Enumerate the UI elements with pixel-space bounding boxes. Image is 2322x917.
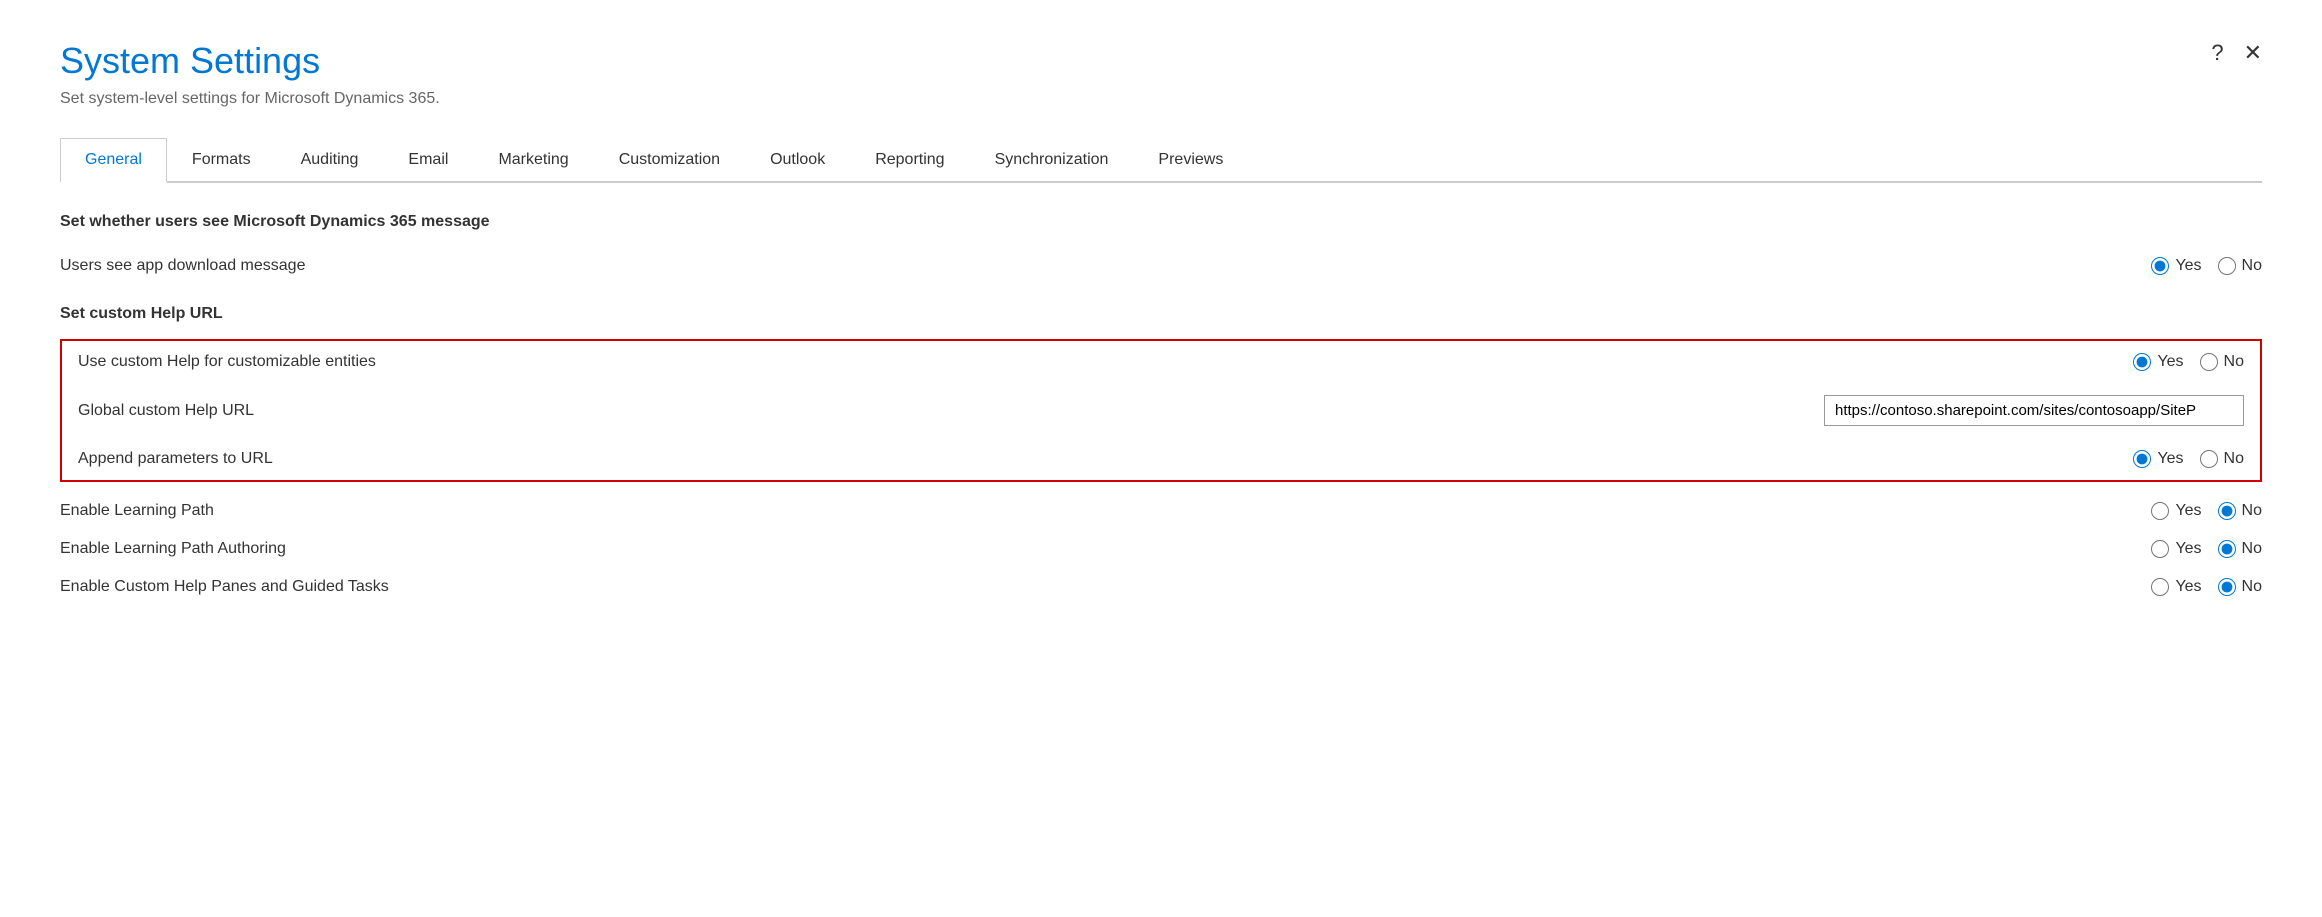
tab-marketing[interactable]: Marketing [473, 138, 593, 181]
controls-enable-learning-path: Yes No [2002, 502, 2262, 520]
controls-global-help-url [1824, 395, 2244, 426]
radio-input-app-download-yes[interactable] [2151, 257, 2169, 275]
radio-group-learning-path-authoring: Yes No [2151, 540, 2262, 558]
row-global-help-url: Global custom Help URL [62, 383, 2260, 438]
radio-input-append-parameters-yes[interactable] [2133, 450, 2151, 468]
label-no-use-custom-help: No [2224, 353, 2244, 371]
tab-synchronization[interactable]: Synchronization [970, 138, 1134, 181]
controls-enable-learning-path-authoring: Yes No [2002, 540, 2262, 558]
tab-reporting[interactable]: Reporting [850, 138, 969, 181]
radio-input-learning-path-no[interactable] [2218, 502, 2236, 520]
section-custom-help: Set custom Help URL [60, 305, 2262, 323]
label-yes-learning-path-authoring: Yes [2175, 540, 2201, 558]
radio-app-download-no[interactable]: No [2218, 257, 2262, 275]
radio-learning-path-authoring-yes[interactable]: Yes [2151, 540, 2201, 558]
spacer-1 [60, 285, 2262, 305]
controls-use-custom-help: Yes No [1984, 353, 2244, 371]
label-yes-learning-path: Yes [2175, 502, 2201, 520]
label-no-custom-help-panes: No [2242, 578, 2262, 596]
label-use-custom-help: Use custom Help for customizable entitie… [78, 353, 1984, 371]
radio-input-learning-path-yes[interactable] [2151, 502, 2169, 520]
radio-input-use-custom-help-yes[interactable] [2133, 353, 2151, 371]
radio-append-parameters-yes[interactable]: Yes [2133, 450, 2183, 468]
dialog-subtitle: Set system-level settings for Microsoft … [60, 90, 440, 108]
label-no-append-parameters: No [2224, 450, 2244, 468]
label-no-learning-path: No [2242, 502, 2262, 520]
tab-outlook[interactable]: Outlook [745, 138, 850, 181]
row-app-download-message: Users see app download message Yes No [60, 247, 2262, 285]
radio-use-custom-help-yes[interactable]: Yes [2133, 353, 2183, 371]
section-custom-help-heading: Set custom Help URL [60, 305, 2262, 323]
label-global-help-url: Global custom Help URL [78, 402, 1824, 420]
radio-group-custom-help-panes: Yes No [2151, 578, 2262, 596]
tab-previews[interactable]: Previews [1133, 138, 1248, 181]
radio-group-use-custom-help: Yes No [2133, 353, 2244, 371]
section-microsoft-message: Set whether users see Microsoft Dynamics… [60, 213, 2262, 231]
tab-auditing[interactable]: Auditing [276, 138, 384, 181]
label-enable-learning-path-authoring: Enable Learning Path Authoring [60, 540, 2002, 558]
controls-append-parameters: Yes No [1984, 450, 2244, 468]
radio-learning-path-yes[interactable]: Yes [2151, 502, 2201, 520]
radio-custom-help-panes-no[interactable]: No [2218, 578, 2262, 596]
radio-group-learning-path: Yes No [2151, 502, 2262, 520]
radio-learning-path-no[interactable]: No [2218, 502, 2262, 520]
content-area: Set whether users see Microsoft Dynamics… [60, 183, 2262, 636]
close-icon[interactable]: ✕ [2244, 40, 2262, 66]
tab-customization[interactable]: Customization [594, 138, 745, 181]
row-enable-learning-path-authoring: Enable Learning Path Authoring Yes No [60, 530, 2262, 568]
radio-input-app-download-no[interactable] [2218, 257, 2236, 275]
tab-formats[interactable]: Formats [167, 138, 276, 181]
label-enable-custom-help-panes: Enable Custom Help Panes and Guided Task… [60, 578, 2002, 596]
radio-input-custom-help-panes-no[interactable] [2218, 578, 2236, 596]
highlighted-custom-help-group: Use custom Help for customizable entitie… [60, 339, 2262, 482]
title-area: System Settings Set system-level setting… [60, 40, 440, 108]
label-yes-use-custom-help: Yes [2157, 353, 2183, 371]
radio-input-custom-help-panes-yes[interactable] [2151, 578, 2169, 596]
tabs-container: General Formats Auditing Email Marketing… [60, 138, 2262, 183]
radio-learning-path-authoring-no[interactable]: No [2218, 540, 2262, 558]
section-microsoft-message-heading: Set whether users see Microsoft Dynamics… [60, 213, 2262, 231]
row-enable-learning-path: Enable Learning Path Yes No [60, 492, 2262, 530]
label-yes-custom-help-panes: Yes [2175, 578, 2201, 596]
radio-group-append-parameters: Yes No [2133, 450, 2244, 468]
label-app-download-message: Users see app download message [60, 257, 2002, 275]
radio-group-app-download: Yes No [2151, 257, 2262, 275]
label-no-app-download: No [2242, 257, 2262, 275]
help-icon[interactable]: ? [2211, 40, 2223, 66]
row-use-custom-help: Use custom Help for customizable entitie… [62, 341, 2260, 383]
tab-general[interactable]: General [60, 138, 167, 183]
tab-email[interactable]: Email [383, 138, 473, 181]
radio-app-download-yes[interactable]: Yes [2151, 257, 2201, 275]
radio-input-learning-path-authoring-yes[interactable] [2151, 540, 2169, 558]
radio-input-learning-path-authoring-no[interactable] [2218, 540, 2236, 558]
label-append-parameters: Append parameters to URL [78, 450, 1984, 468]
label-no-learning-path-authoring: No [2242, 540, 2262, 558]
radio-custom-help-panes-yes[interactable]: Yes [2151, 578, 2201, 596]
label-yes-app-download: Yes [2175, 257, 2201, 275]
radio-input-use-custom-help-no[interactable] [2200, 353, 2218, 371]
row-append-parameters: Append parameters to URL Yes No [62, 438, 2260, 480]
input-global-help-url[interactable] [1824, 395, 2244, 426]
dialog-title: System Settings [60, 40, 440, 82]
controls-enable-custom-help-panes: Yes No [2002, 578, 2262, 596]
radio-use-custom-help-no[interactable]: No [2200, 353, 2244, 371]
radio-append-parameters-no[interactable]: No [2200, 450, 2244, 468]
row-enable-custom-help-panes: Enable Custom Help Panes and Guided Task… [60, 568, 2262, 606]
radio-input-append-parameters-no[interactable] [2200, 450, 2218, 468]
label-enable-learning-path: Enable Learning Path [60, 502, 2002, 520]
dialog-controls: ? ✕ [2211, 40, 2262, 66]
system-settings-dialog: System Settings Set system-level setting… [0, 0, 2322, 917]
dialog-header: System Settings Set system-level setting… [60, 40, 2262, 108]
controls-app-download-message: Yes No [2002, 257, 2262, 275]
label-yes-append-parameters: Yes [2157, 450, 2183, 468]
